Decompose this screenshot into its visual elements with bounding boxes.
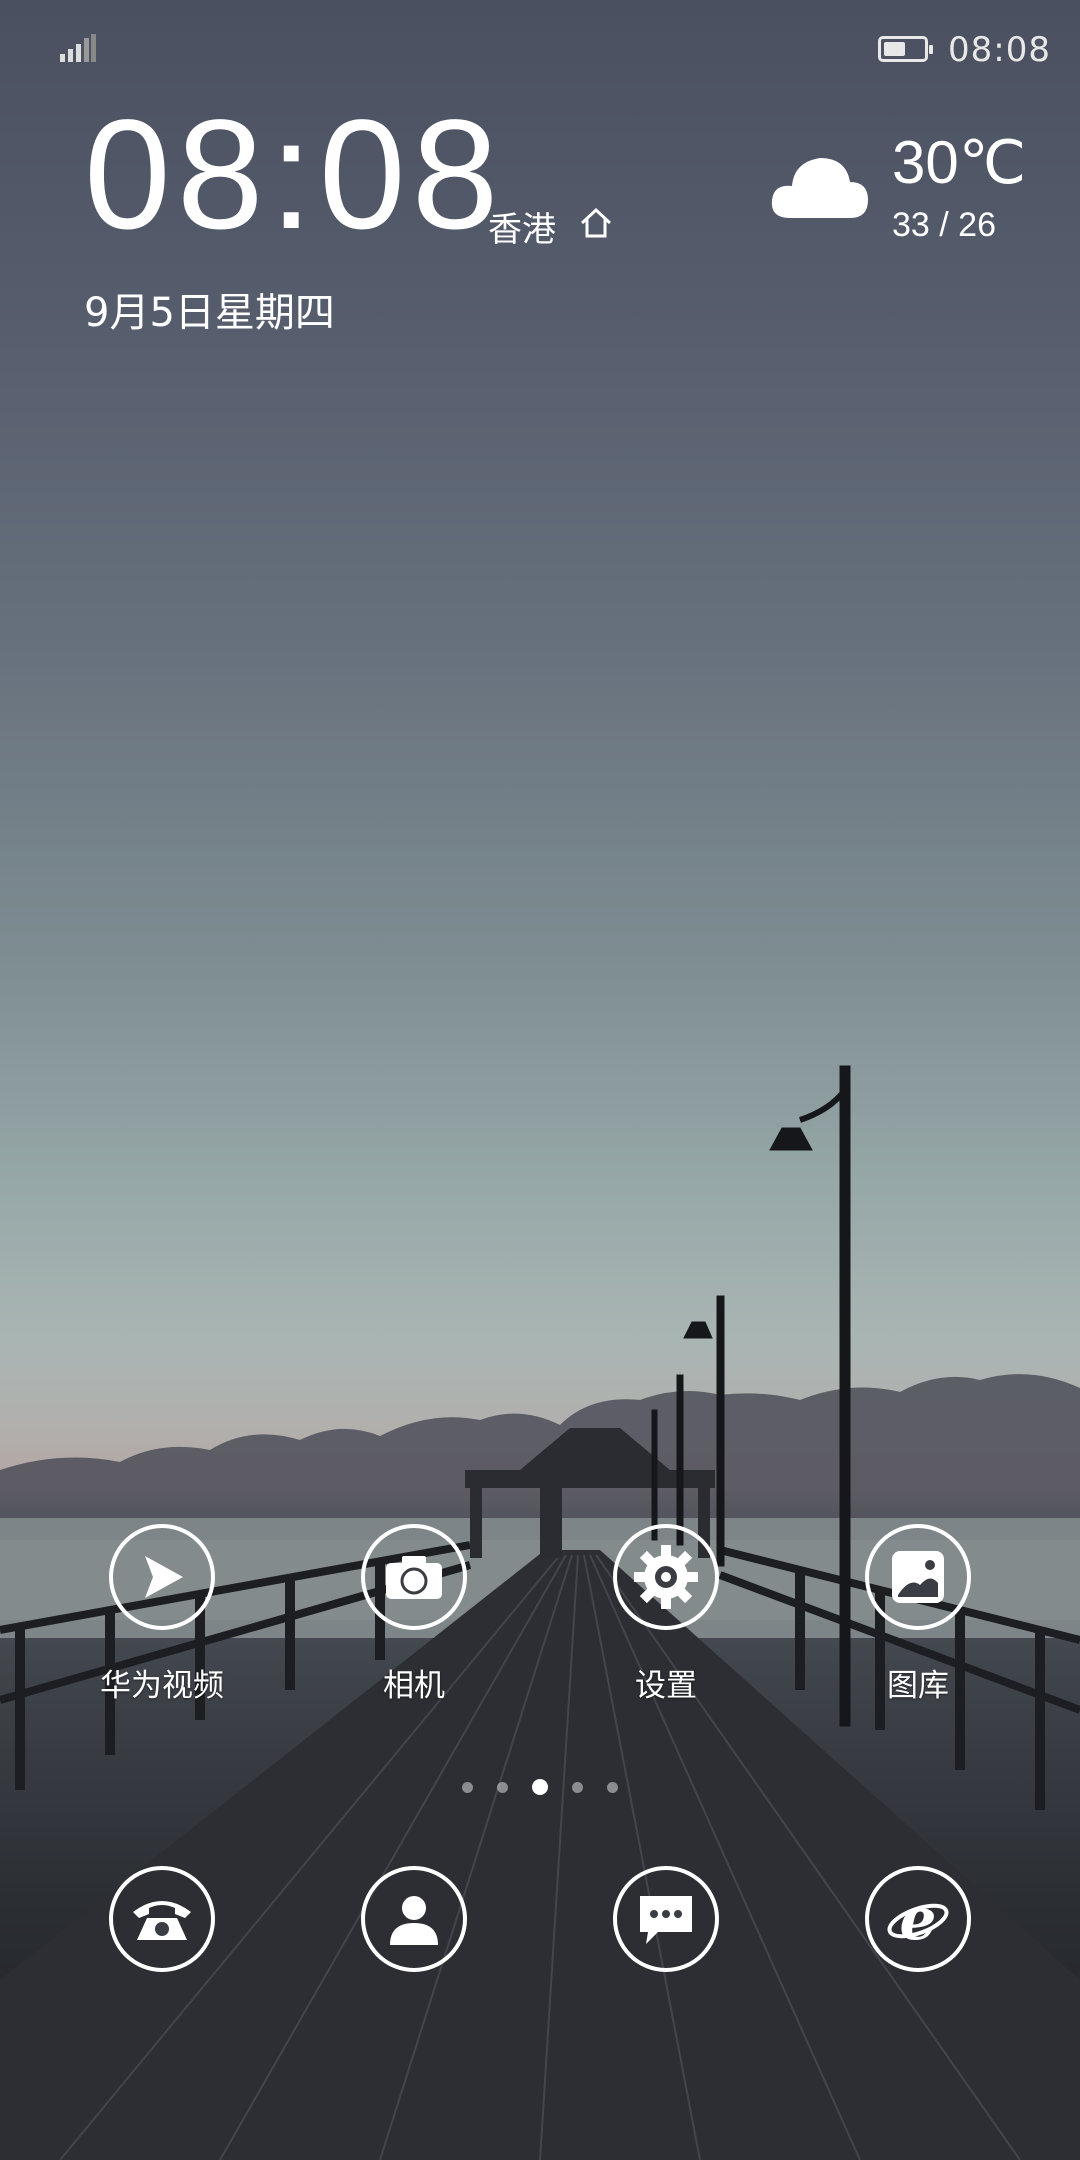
date-label[interactable]: 9月5日星期四 <box>84 280 335 338</box>
contacts-icon <box>361 1866 467 1972</box>
page-dot[interactable] <box>572 1782 583 1793</box>
app-settings[interactable]: 设置 <box>566 1524 766 1705</box>
browser-icon: e <box>865 1866 971 1972</box>
dock-phone[interactable] <box>62 1866 262 1972</box>
messages-icon <box>613 1866 719 1972</box>
app-huawei-video[interactable]: 华为视频 <box>62 1524 262 1705</box>
dock-browser[interactable]: e <box>818 1866 1018 1972</box>
page-dot[interactable] <box>462 1782 473 1793</box>
dock-contacts[interactable] <box>314 1866 514 1972</box>
app-label: 相机 <box>383 1668 445 1704</box>
camera-icon <box>361 1524 467 1630</box>
cloud-icon[interactable] <box>770 152 870 220</box>
clock-widget[interactable]: 08:08 <box>84 96 504 253</box>
svg-text:e: e <box>900 1889 937 1949</box>
page-dot-active[interactable] <box>532 1779 548 1795</box>
app-label: 华为视频 <box>100 1668 224 1704</box>
clock-hour: 08 <box>84 88 270 262</box>
battery-icon <box>878 36 933 62</box>
signal-icon <box>60 34 96 62</box>
page-dot[interactable] <box>607 1782 618 1793</box>
phone-icon <box>109 1866 215 1972</box>
app-label: 图库 <box>887 1668 949 1704</box>
temperature-range: 33 / 26 <box>892 206 996 244</box>
temperature[interactable]: 30℃ <box>892 128 1026 198</box>
app-gallery[interactable]: 图库 <box>818 1524 1018 1705</box>
gallery-icon <box>865 1524 971 1630</box>
app-label: 设置 <box>635 1668 697 1704</box>
app-camera[interactable]: 相机 <box>314 1524 514 1705</box>
video-play-icon <box>109 1524 215 1630</box>
city-label[interactable]: 香港 <box>488 202 556 251</box>
status-time: 08:08 <box>948 30 1051 70</box>
clock-minute: 08 <box>318 88 505 262</box>
page-dot[interactable] <box>497 1782 508 1793</box>
dock-messages[interactable] <box>566 1866 766 1972</box>
status-bar: 08:08 <box>0 14 1080 70</box>
page-indicator <box>0 1778 1080 1798</box>
clock-separator: : <box>269 88 319 262</box>
home-icon <box>580 207 612 238</box>
gear-icon <box>613 1524 719 1630</box>
